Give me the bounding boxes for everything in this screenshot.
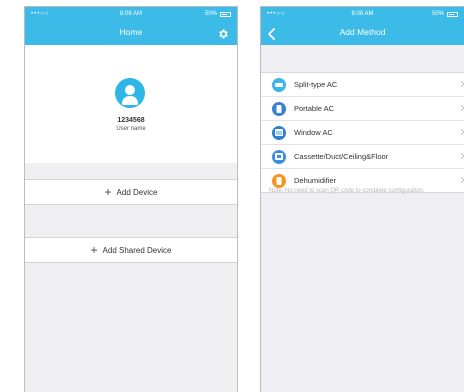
user-name: User name: [116, 126, 146, 132]
plus-icon: +: [90, 243, 98, 257]
dehumidifier-icon: [272, 173, 286, 188]
cassette-ac-icon: [272, 149, 286, 164]
battery-percent: 50%: [431, 11, 444, 17]
battery-icon: [447, 11, 458, 17]
home-screen: •••○○ 8:08 AM 50% Home 1234568 User name…: [24, 6, 238, 392]
status-bar: •••○○ 8:08 AM 50%: [25, 9, 237, 21]
gear-icon[interactable]: [217, 28, 229, 40]
split-ac-icon: [272, 77, 286, 92]
plus-icon: +: [104, 185, 112, 199]
add-method-screen: •••○○ 8:08 AM 50% Add Method Split-type …: [260, 6, 464, 392]
list-item-label: Cassette/Duct/Ceiling&Floor: [294, 152, 389, 161]
list-item-label: Window AC: [294, 128, 333, 137]
chevron-right-icon: [460, 128, 464, 136]
add-device-label: Add Device: [116, 187, 158, 197]
list-item-window-ac[interactable]: Window AC: [261, 121, 464, 145]
battery-indicator: 50%: [432, 11, 458, 17]
user-id: 1234568: [117, 117, 145, 124]
device-type-list: Split-type AC Portable AC Window AC Cass…: [261, 72, 464, 193]
list-item-cassette-ac[interactable]: Cassette/Duct/Ceiling&Floor: [261, 145, 464, 169]
add-device-button[interactable]: + Add Device: [25, 179, 237, 205]
chevron-right-icon: [460, 152, 464, 160]
battery-icon: [220, 11, 231, 17]
configuration-note: Note: No need to scan QR code to complet…: [269, 188, 425, 194]
chevron-right-icon: [460, 176, 464, 184]
list-item-label: Portable AC: [294, 104, 335, 113]
chevron-right-icon: [460, 80, 464, 88]
list-item-label: Dehumidifier: [294, 176, 337, 185]
battery-percent: 50%: [204, 11, 217, 17]
user-profile-card: 1234568 User name: [25, 45, 237, 163]
battery-indicator: 50%: [205, 11, 231, 17]
status-bar: •••○○ 8:08 AM 50%: [261, 9, 464, 21]
add-shared-device-label: Add Shared Device: [102, 245, 172, 255]
list-item-portable-ac[interactable]: Portable AC: [261, 97, 464, 121]
list-item-label: Split-type AC: [294, 80, 338, 89]
chevron-right-icon: [460, 104, 464, 112]
window-ac-icon: [272, 125, 286, 140]
page-title: Home: [119, 27, 143, 37]
portable-ac-icon: [272, 101, 286, 116]
add-shared-device-button[interactable]: + Add Shared Device: [25, 237, 237, 263]
page-title: Add Method: [339, 27, 386, 37]
top-bar: •••○○ 8:08 AM 50% Home: [25, 7, 237, 45]
user-avatar-icon[interactable]: [115, 78, 145, 108]
list-item-split-ac[interactable]: Split-type AC: [261, 73, 464, 97]
top-bar: •••○○ 8:08 AM 50% Add Method: [261, 7, 464, 45]
